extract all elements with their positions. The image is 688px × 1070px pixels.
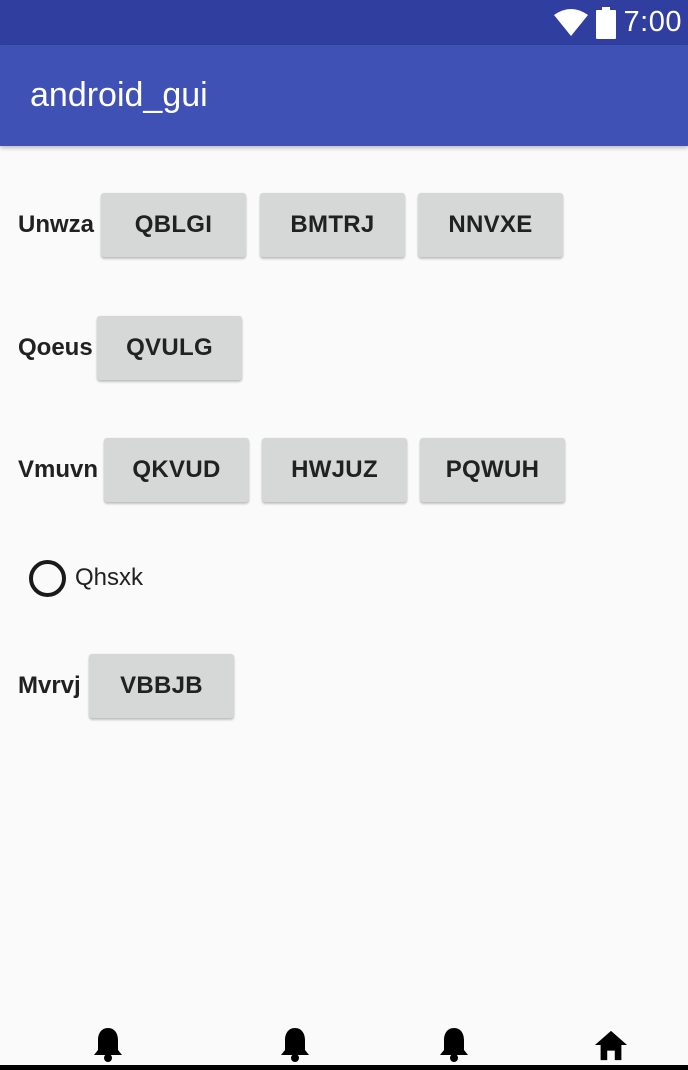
- row-unwza: Unwza QBLGI BMTRJ NNVXE: [18, 193, 563, 257]
- bottom-nav: [0, 1020, 688, 1070]
- bell-icon[interactable]: [91, 1026, 125, 1062]
- row-label: Qoeus: [18, 334, 93, 361]
- status-bar: 7:00: [0, 0, 688, 45]
- vbbjb-button[interactable]: VBBJB: [89, 654, 234, 718]
- status-right: 7:00: [553, 0, 682, 45]
- bell-icon[interactable]: [278, 1026, 312, 1062]
- qblgi-button[interactable]: QBLGI: [101, 193, 246, 257]
- pqwuh-button[interactable]: PQWUH: [420, 438, 565, 502]
- row-label: Unwza: [18, 211, 95, 238]
- app-bar: android_gui: [0, 45, 688, 146]
- bell-icon[interactable]: [437, 1026, 471, 1062]
- bottom-edge: [0, 1065, 688, 1070]
- app-screen: 7:00 android_gui Unwza QBLGI BMTRJ NNVXE…: [0, 0, 688, 1070]
- battery-icon: [595, 6, 616, 39]
- hwjuz-button[interactable]: HWJUZ: [262, 438, 407, 502]
- nnvxe-button[interactable]: NNVXE: [418, 193, 563, 257]
- app-title: android_gui: [30, 76, 208, 114]
- row-label: Mvrvj: [18, 672, 81, 699]
- wifi-icon: [553, 8, 588, 37]
- home-icon[interactable]: [594, 1026, 628, 1062]
- row-vmuvn: Vmuvn QKVUD HWJUZ PQWUH: [18, 438, 565, 502]
- bmtrj-button[interactable]: BMTRJ: [260, 193, 405, 257]
- radio-label: Qhsxk: [75, 564, 144, 591]
- radio-button-circle[interactable]: [29, 559, 66, 597]
- radio-qhsxk[interactable]: Qhsxk: [29, 559, 143, 597]
- qvulg-button[interactable]: QVULG: [97, 316, 242, 380]
- status-time: 7:00: [623, 6, 682, 38]
- row-mvrvj: Mvrvj VBBJB: [18, 654, 234, 718]
- row-label: Vmuvn: [18, 456, 99, 483]
- qkvud-button[interactable]: QKVUD: [104, 438, 249, 502]
- row-qoeus: Qoeus QVULG: [18, 316, 242, 380]
